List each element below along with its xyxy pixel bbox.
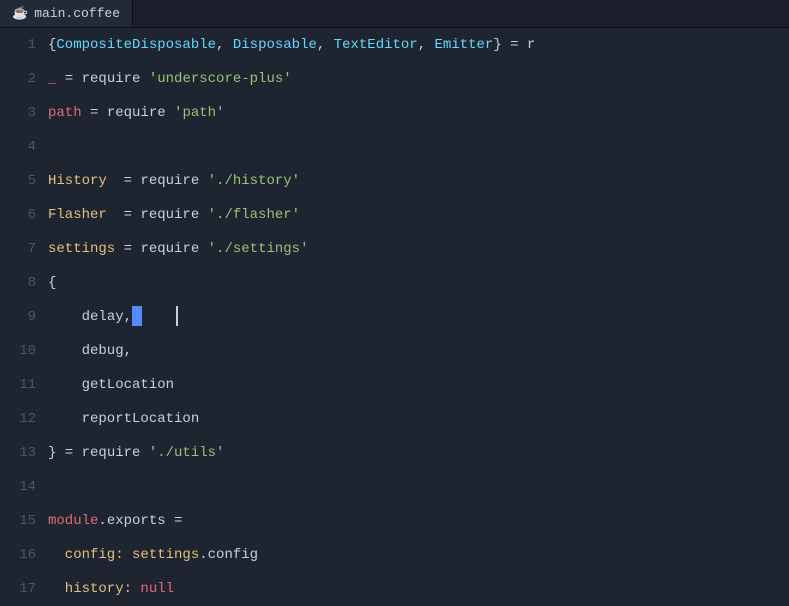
line-number: 7 — [28, 232, 36, 266]
code-line: History = require './history' — [48, 164, 789, 198]
code-token: 'underscore-plus' — [149, 71, 292, 87]
tab-bar: ☕ main.coffee — [0, 0, 789, 28]
code-token: require — [82, 445, 141, 461]
code-token: History — [48, 173, 107, 189]
code-token: module — [48, 513, 98, 529]
line-number: 5 — [28, 164, 36, 198]
line-numbers: 1234567891011121314151617 — [0, 28, 48, 598]
code-token — [199, 207, 207, 223]
code-line: getLocation — [48, 368, 789, 402]
line-number: 17 — [19, 572, 36, 606]
code-token — [166, 105, 174, 121]
line-number: 3 — [28, 96, 36, 130]
code-token: './utils' — [149, 445, 225, 461]
line-number: 2 — [28, 62, 36, 96]
tab-main-coffee[interactable]: ☕ main.coffee — [0, 0, 133, 27]
line-number: 9 — [28, 300, 36, 334]
code-token: history: — [48, 581, 132, 597]
line-number: 1 — [28, 28, 36, 62]
code-line: delay, — [48, 300, 789, 334]
code-line — [48, 470, 789, 504]
line-number: 16 — [19, 538, 36, 572]
text-cursor — [132, 306, 142, 326]
line-number: 4 — [28, 130, 36, 164]
code-token: , — [216, 37, 233, 53]
code-token: './history' — [208, 173, 300, 189]
line-number: 15 — [19, 504, 36, 538]
code-token: './flasher' — [208, 207, 300, 223]
editor-area: 1234567891011121314151617 {CompositeDisp… — [0, 28, 789, 598]
code-token — [140, 445, 148, 461]
code-token: settings — [124, 547, 200, 563]
coffee-icon: ☕ — [12, 6, 28, 21]
line-number: 8 — [28, 266, 36, 300]
code-line — [48, 130, 789, 164]
code-token: 'path' — [174, 105, 224, 121]
code-token: require — [140, 241, 199, 257]
code-token: './settings' — [208, 241, 309, 257]
code-token: , — [418, 37, 435, 53]
code-token: Flasher — [48, 207, 107, 223]
code-token: = — [107, 207, 141, 223]
code-line: reportLocation — [48, 402, 789, 436]
code-token: reportLocation — [48, 411, 199, 427]
code-token: config: — [48, 547, 124, 563]
code-line: path = require 'path' — [48, 96, 789, 130]
code-token: settings — [48, 241, 115, 257]
code-token: } = — [48, 445, 82, 461]
code-token: require — [140, 207, 199, 223]
code-token: { — [48, 37, 56, 53]
code-token: getLocation — [48, 377, 174, 393]
code-token — [199, 173, 207, 189]
code-token: = — [115, 241, 140, 257]
code-token: path — [48, 105, 82, 121]
code-token: _ — [48, 71, 56, 87]
code-token: = — [82, 105, 107, 121]
code-token: = — [166, 513, 183, 529]
code-token: .config — [199, 547, 258, 563]
code-line: {CompositeDisposable, Disposable, TextEd… — [48, 28, 789, 62]
code-token: require — [107, 105, 166, 121]
code-line: module.exports = — [48, 504, 789, 538]
code-token: require — [82, 71, 141, 87]
code-token: { — [48, 275, 56, 291]
code-line: debug, — [48, 334, 789, 368]
line-number: 10 — [19, 334, 36, 368]
code-line: { — [48, 266, 789, 300]
code-token: , — [317, 37, 334, 53]
code-line: Flasher = require './flasher' — [48, 198, 789, 232]
code-token — [140, 71, 148, 87]
code-line: history: null — [48, 572, 789, 598]
code-token: = — [56, 71, 81, 87]
code-area[interactable]: {CompositeDisposable, Disposable, TextEd… — [48, 28, 789, 598]
line-number: 12 — [19, 402, 36, 436]
line-number: 13 — [19, 436, 36, 470]
code-token: null — [132, 581, 174, 597]
code-token: Disposable — [233, 37, 317, 53]
code-token: require — [140, 173, 199, 189]
code-token: CompositeDisposable — [56, 37, 216, 53]
i-beam-cursor — [176, 306, 178, 326]
code-line: _ = require 'underscore-plus' — [48, 62, 789, 96]
code-token: = — [107, 173, 141, 189]
code-token: .exports — [98, 513, 165, 529]
line-number: 6 — [28, 198, 36, 232]
code-line: settings = require './settings' — [48, 232, 789, 266]
code-token — [199, 241, 207, 257]
code-token: Emitter — [435, 37, 494, 53]
code-token: } = r — [493, 37, 535, 53]
line-number: 14 — [19, 470, 36, 504]
line-number: 11 — [19, 368, 36, 402]
code-token: TextEditor — [334, 37, 418, 53]
code-line: config: settings.config — [48, 538, 789, 572]
code-token: debug, — [48, 343, 132, 359]
tab-label: main.coffee — [34, 6, 120, 21]
code-line: } = require './utils' — [48, 436, 789, 470]
